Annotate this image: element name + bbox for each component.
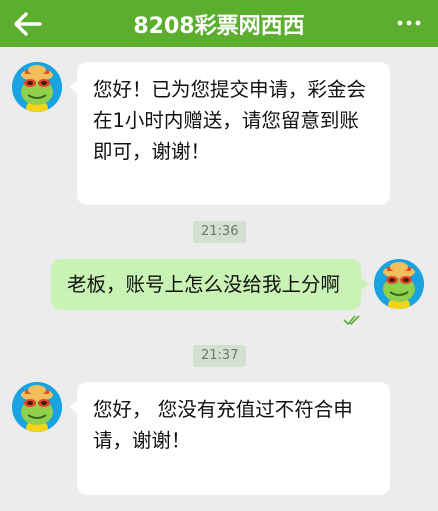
user-avatar[interactable] (374, 259, 424, 309)
outgoing-message-bubble[interactable]: 老板，账号上怎么没给我上分啊 (51, 259, 369, 310)
more-dots-icon[interactable] (396, 12, 422, 34)
message-text: 老板，账号上怎么没给我上分啊 (67, 273, 341, 296)
read-double-check-icon (343, 315, 360, 326)
contact-avatar[interactable] (12, 62, 62, 112)
message-text: 您好， 您没有充值过不符合申请，谢谢！ (93, 398, 353, 452)
message-text: 您好！已为您提交申请，彩金会在1小时内赠送，请您留意到账即可，谢谢！ (93, 78, 367, 163)
incoming-message-bubble[interactable]: 您好！已为您提交申请，彩金会在1小时内赠送，请您留意到账即可，谢谢！ (69, 62, 390, 205)
chat-title: 8208彩票网西西 (133, 13, 305, 39)
incoming-message-bubble[interactable]: 您好， 您没有充值过不符合申请，谢谢！ (69, 382, 390, 495)
contact-avatar[interactable] (12, 382, 62, 432)
app-header: 8208彩票网西西 (0, 0, 438, 47)
timestamp: 21:36 (193, 221, 247, 243)
arrow-left-icon[interactable] (12, 8, 44, 40)
timestamp: 21:37 (193, 345, 247, 367)
